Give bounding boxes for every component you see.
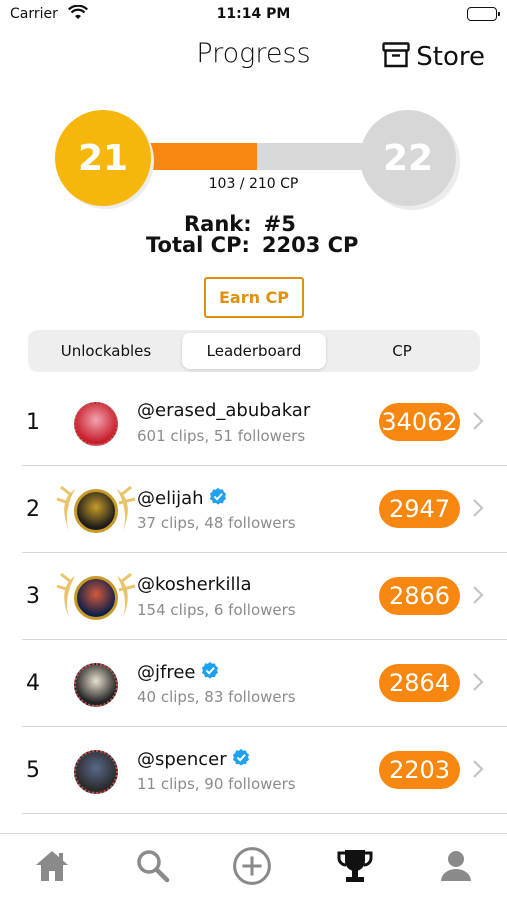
cp-score-badge: 2203 (379, 751, 460, 789)
verified-badge-icon (201, 661, 219, 684)
avatar (74, 489, 118, 533)
rank-number: 3 (26, 584, 40, 609)
username-row: @elijah (137, 487, 227, 510)
avatar-frame (55, 394, 137, 454)
username-row: @kosherkilla (137, 574, 252, 595)
avatar-frame (55, 568, 137, 628)
chevron-right-icon (472, 759, 484, 783)
username: @elijah (137, 488, 204, 509)
chevron-right-icon (472, 498, 484, 522)
home-icon[interactable] (32, 846, 72, 886)
store-label: Store (416, 42, 485, 72)
row-divider (22, 726, 507, 727)
store-button[interactable]: Store (382, 42, 485, 72)
tab-bar (0, 833, 507, 900)
level-progress-bar (130, 143, 390, 170)
leaderboard-row[interactable]: 2 @elijah 37 clips, 48 followers 2947 (0, 467, 507, 553)
segment-unlockables[interactable]: Unlockables (32, 333, 180, 369)
earn-cp-button[interactable]: Earn CP (204, 277, 304, 318)
trophy-icon[interactable] (335, 846, 375, 886)
rank-number: 2 (26, 497, 40, 522)
total-cp-line: Total CP: 2203 CP (146, 233, 358, 257)
cp-score-badge: 34062 (379, 403, 460, 441)
row-divider (22, 639, 507, 640)
username-row: @erased_abubakar (137, 400, 310, 421)
username: @jfree (137, 662, 196, 683)
row-divider (22, 813, 507, 814)
cp-score-badge: 2866 (379, 577, 460, 615)
chevron-right-icon (472, 672, 484, 696)
cp-score-badge: 2947 (379, 490, 460, 528)
username: @spencer (137, 749, 227, 770)
avatar (74, 663, 118, 707)
segment-leaderboard[interactable]: Leaderboard (182, 333, 326, 369)
username-row: @jfree (137, 661, 219, 684)
search-icon[interactable] (133, 846, 173, 886)
leaderboard-row[interactable]: 5 @spencer 11 clips, 90 followers 2203 (0, 728, 507, 814)
leaderboard-row[interactable]: 3 @kosherkilla 154 clips, 6 followers 28… (0, 554, 507, 640)
chevron-right-icon (472, 411, 484, 435)
user-stats: 37 clips, 48 followers (137, 514, 296, 532)
avatar (74, 576, 118, 620)
avatar (74, 402, 118, 446)
segmented-control: Unlockables Leaderboard CP (28, 330, 480, 372)
chevron-right-icon (472, 585, 484, 609)
add-icon[interactable] (232, 846, 272, 886)
cp-score-badge: 2864 (379, 664, 460, 702)
total-cp-value: 2203 CP (261, 233, 359, 257)
battery-icon (467, 7, 500, 21)
username-row: @spencer (137, 748, 250, 771)
username: @kosherkilla (137, 574, 252, 595)
user-stats: 11 clips, 90 followers (137, 775, 296, 793)
status-bar: Carrier 11:14 PM (0, 0, 507, 30)
rank-number: 4 (26, 671, 40, 696)
verified-badge-icon (209, 487, 227, 510)
user-stats: 40 clips, 83 followers (137, 688, 296, 706)
leaderboard-row[interactable]: 1 @erased_abubakar 601 clips, 51 followe… (0, 380, 507, 466)
username: @erased_abubakar (137, 400, 311, 421)
total-cp-label: Total CP: (146, 233, 250, 257)
leaderboard-row[interactable]: 4 @jfree 40 clips, 83 followers 2864 (0, 641, 507, 727)
rank-number: 1 (26, 410, 40, 435)
avatar (74, 750, 118, 794)
box-icon (382, 42, 410, 72)
user-stats: 154 clips, 6 followers (137, 601, 296, 619)
rank-number: 5 (26, 758, 40, 783)
avatar-frame (55, 655, 137, 715)
profile-icon[interactable] (436, 846, 476, 886)
row-divider (22, 552, 507, 553)
avatar-frame (55, 481, 137, 541)
cp-progress-text: 103 / 210 CP (208, 176, 299, 192)
status-time: 11:14 PM (216, 6, 291, 22)
avatar-frame (55, 742, 137, 802)
user-stats: 601 clips, 51 followers (137, 427, 306, 445)
row-divider (22, 465, 507, 466)
verified-badge-icon (232, 748, 250, 771)
segment-cp[interactable]: CP (328, 333, 476, 369)
